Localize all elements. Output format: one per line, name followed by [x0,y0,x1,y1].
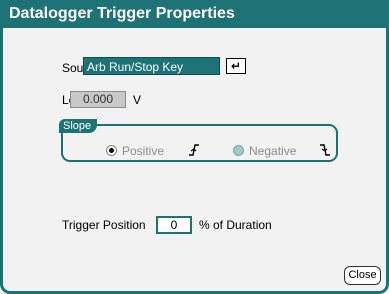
source-select[interactable]: Arb Run/Stop Key [83,57,220,75]
trigger-position-input[interactable]: 0 [156,216,192,234]
trigger-position-unit: % of Duration [199,218,272,232]
slope-positive-label[interactable]: Positive [122,144,164,158]
dialog-title: Datalogger Trigger Properties [3,0,386,28]
slope-negative-radio[interactable] [233,145,244,156]
trigger-properties-dialog: Datalogger Trigger Properties Source Arb… [0,0,389,294]
trigger-position-label: Trigger Position [62,218,146,232]
slope-negative-label[interactable]: Negative [249,144,296,158]
level-field: 0.000 [70,91,126,108]
slope-group-label: Slope [59,119,98,133]
falling-edge-icon [320,144,330,156]
slope-positive-radio[interactable] [106,145,117,156]
enter-key-icon[interactable]: ↵ [226,58,246,74]
level-unit: V [133,93,142,107]
close-button[interactable]: Close [344,266,381,285]
rising-edge-icon [189,144,199,156]
